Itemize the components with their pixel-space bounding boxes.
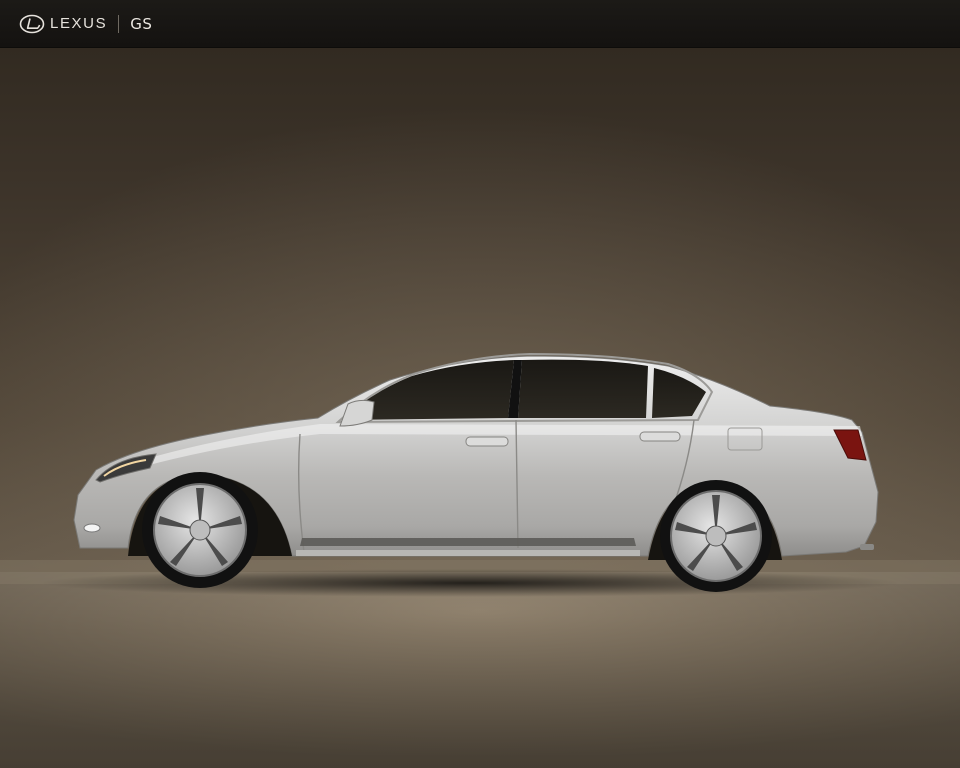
front-wheel-icon bbox=[142, 472, 258, 588]
rear-wheel-icon bbox=[660, 480, 772, 592]
wallpaper: LEXUS GS bbox=[0, 0, 960, 768]
silver-sedan-side-view-photo bbox=[40, 352, 900, 597]
model-name: GS bbox=[130, 14, 153, 33]
brand-name: LEXUS bbox=[50, 15, 108, 32]
header-divider bbox=[118, 14, 120, 33]
brand-logo: LEXUS bbox=[19, 0, 107, 47]
header-bar: LEXUS GS bbox=[0, 0, 960, 48]
lexus-emblem-icon bbox=[19, 14, 45, 33]
